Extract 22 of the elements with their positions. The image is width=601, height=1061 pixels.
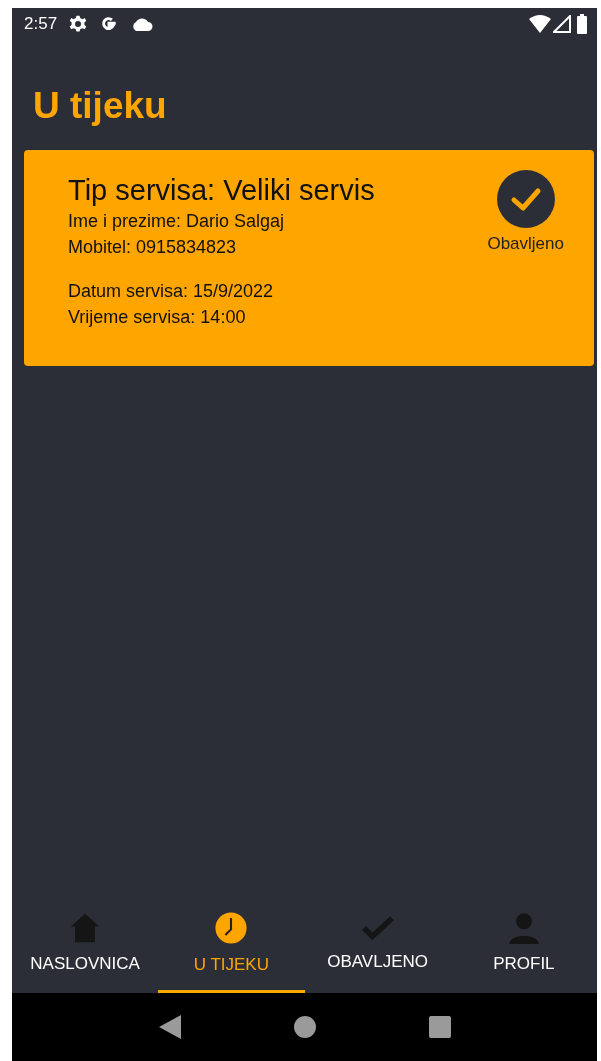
wifi-icon <box>529 15 551 33</box>
home-circle-icon[interactable] <box>293 1016 316 1038</box>
recents-square-icon[interactable] <box>428 1016 451 1038</box>
check-circle-icon <box>496 170 555 228</box>
nav-tab[interactable]: OBAVLJENO <box>304 895 451 993</box>
cloud-icon <box>131 17 154 31</box>
customer-name: Ime i prezime: Dario Salgaj <box>68 210 286 233</box>
done-button[interactable]: Obavljeno <box>487 170 564 254</box>
status-time: 2:57 <box>24 14 58 34</box>
clock-icon <box>214 910 249 945</box>
service-time: Vrijeme servisa: 14:00 <box>68 306 247 329</box>
person-icon <box>508 911 539 944</box>
signal-icon <box>553 15 571 33</box>
gear-icon <box>69 15 88 33</box>
nav-tab[interactable]: PROFIL <box>450 895 597 993</box>
service-date: Datum servisa: 15/9/2022 <box>68 280 275 303</box>
back-icon[interactable] <box>158 1015 181 1039</box>
nav-tab[interactable]: NASLOVNICA <box>12 895 159 993</box>
page-title: U tijeku <box>33 84 168 128</box>
service-type: Tip servisa: Veliki servis <box>68 173 376 208</box>
phone-number: Mobitel: 0915834823 <box>68 236 238 259</box>
battery-icon <box>577 14 587 34</box>
